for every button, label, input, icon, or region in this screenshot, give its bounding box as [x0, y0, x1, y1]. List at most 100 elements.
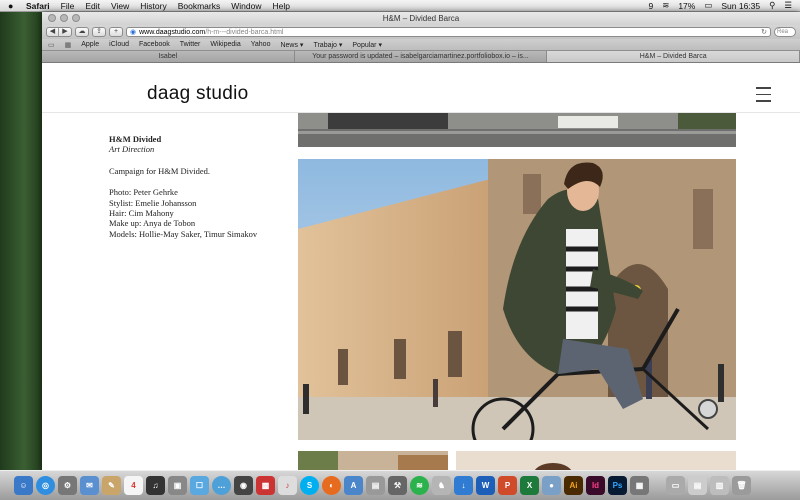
word-icon[interactable]: W [476, 476, 495, 495]
share-button[interactable]: ⇪ [92, 27, 106, 37]
project-image-bottom[interactable] [298, 451, 736, 470]
downloads-icon[interactable]: ↓ [454, 476, 473, 495]
bookmark-news[interactable]: News ▾ [280, 41, 303, 49]
mail-icon[interactable]: ✉ [80, 476, 99, 495]
list-icon[interactable]: ☰ [784, 0, 792, 11]
photo-booth-icon[interactable]: ▩ [256, 476, 275, 495]
clock[interactable]: Sun 16:35 [721, 1, 760, 11]
itunes-icon[interactable]: ♫ [146, 476, 165, 495]
back-forward-buttons: ◀ ▶ [46, 27, 72, 37]
wifi-icon[interactable]: ≋ [662, 0, 669, 11]
close-window-button[interactable] [48, 14, 56, 22]
notes-icon[interactable]: ✎ [102, 476, 121, 495]
bookmark-facebook[interactable]: Facebook [139, 41, 170, 48]
zoom-window-button[interactable] [72, 14, 80, 22]
credit-models: Models: Hollie-May Saker, Timur Simakov [109, 228, 258, 239]
notification-badge[interactable]: 9 [648, 1, 653, 11]
minimize-window-button[interactable] [60, 14, 68, 22]
calendar-icon[interactable]: 4 [124, 476, 143, 495]
search-field[interactable]: Rea [774, 27, 796, 37]
top-sites-icon[interactable]: ▦ [65, 41, 72, 49]
finder-icon[interactable]: ☺ [14, 476, 33, 495]
battery-level[interactable]: 17% [678, 1, 695, 11]
illustrator-icon[interactable]: Ai [564, 476, 583, 495]
bookmarks-bar: ▭ ▦ Apple iCloud Facebook Twitter Wikipe… [42, 39, 800, 51]
menu-bar: ● Safari File Edit View History Bookmark… [0, 0, 800, 12]
menu-history[interactable]: History [140, 1, 166, 11]
menu-file[interactable]: File [61, 1, 75, 11]
menu-help[interactable]: Help [272, 1, 289, 11]
apple-menu-icon[interactable]: ● [8, 1, 18, 11]
browser-toolbar: ◀ ▶ ☁ ⇪ + ◉ www.daagstudio.com/h-m---div… [42, 25, 800, 39]
search-icon[interactable]: ⚲ [769, 0, 775, 11]
status-area: 9 ≋ 17% ▭ Sun 16:35 ⚲ ☰ [648, 0, 800, 11]
project-image-top [298, 113, 736, 147]
trash-icon[interactable]: 🗑 [732, 476, 751, 495]
forward-icon[interactable]: ▶ [59, 28, 71, 36]
facetime-icon[interactable]: ◉ [234, 476, 253, 495]
folder-icon[interactable]: ▭ [666, 476, 685, 495]
bookmark-popular[interactable]: Popular ▾ [352, 41, 382, 49]
back-icon[interactable]: ◀ [47, 28, 59, 36]
dock: ☺ ◎ ⚙ ✉ ✎ 4 ♫ ▣ ☐ … ◉ ▩ ♪ S ◐ A ▤ ⚒ ≋ ♞ … [0, 470, 800, 500]
excel-icon[interactable]: X [520, 476, 539, 495]
browser-window: H&M – Divided Barca ◀ ▶ ☁ ⇪ + ◉ www.daag… [42, 12, 800, 470]
photoshop-icon[interactable]: Ps [608, 476, 627, 495]
site-logo[interactable]: daag studio [147, 83, 249, 105]
window-title: H&M – Divided Barca [382, 14, 460, 23]
reading-list-icon[interactable]: ▭ [48, 41, 55, 49]
menu-view[interactable]: View [111, 1, 129, 11]
campaign-photo-bottom [298, 451, 736, 470]
downloads-folder-icon[interactable]: ▦ [630, 476, 649, 495]
powerpoint-icon[interactable]: P [498, 476, 517, 495]
web-page: daag studio H&M Divided Art Direction Ca… [42, 77, 800, 470]
icloud-tabs-button[interactable]: ☁ [75, 27, 89, 37]
address-path: /h-m---divided-barca.html [205, 28, 284, 36]
safari-icon[interactable]: ◎ [36, 476, 55, 495]
street-photo-top [298, 113, 736, 147]
preview-icon[interactable]: ▤ [366, 476, 385, 495]
messages-icon[interactable]: … [212, 476, 231, 495]
project-subtitle: Art Direction [109, 144, 155, 155]
app-menu[interactable]: Safari [26, 1, 50, 11]
bookmark-yahoo[interactable]: Yahoo [251, 41, 271, 48]
game-icon[interactable]: ♞ [432, 476, 451, 495]
new-tab-button[interactable]: + [109, 27, 123, 37]
photos-icon[interactable]: ▣ [168, 476, 187, 495]
utility-icon[interactable]: ⚒ [388, 476, 407, 495]
downloads-stack-icon[interactable]: ▥ [710, 476, 729, 495]
indesign-icon[interactable]: Id [586, 476, 605, 495]
bookmark-icloud[interactable]: iCloud [109, 41, 129, 48]
chrome-icon[interactable]: ● [542, 476, 561, 495]
project-image-main[interactable] [298, 159, 736, 440]
preferences-icon[interactable]: ⚙ [58, 476, 77, 495]
address-bar[interactable]: ◉ www.daagstudio.com/h-m---divided-barca… [126, 27, 771, 37]
address-domain: www.daagstudio.com [139, 28, 206, 36]
tab-isabel[interactable]: Isabel [42, 51, 295, 62]
menu-bookmarks[interactable]: Bookmarks [178, 1, 221, 11]
bookmark-apple[interactable]: Apple [81, 41, 99, 48]
battery-icon[interactable]: ▭ [704, 0, 712, 11]
documents-icon[interactable]: ▤ [688, 476, 707, 495]
hamburger-menu-icon[interactable] [756, 87, 771, 107]
reload-icon[interactable]: ↻ [761, 28, 770, 37]
credit-stylist: Stylist: Emelie Johansson [109, 197, 197, 208]
window-controls [48, 14, 80, 22]
tab-portfoliobox[interactable]: Your password is updated – isabelgarciam… [294, 51, 548, 62]
campaign-photo-bicycle [298, 159, 736, 440]
skype-icon[interactable]: S [300, 476, 319, 495]
bookmark-twitter[interactable]: Twitter [180, 41, 201, 48]
bookmark-wikipedia[interactable]: Wikipedia [210, 41, 240, 48]
project-description: Campaign for H&M Divided. [109, 165, 211, 176]
bookmark-trabajo[interactable]: Trabajo ▾ [313, 41, 342, 49]
plus-icon: + [113, 28, 119, 35]
spotify-icon[interactable]: ≋ [410, 476, 429, 495]
window-titlebar: H&M – Divided Barca [42, 12, 800, 25]
menu-edit[interactable]: Edit [85, 1, 100, 11]
menu-window[interactable]: Window [231, 1, 261, 11]
finder-window-icon[interactable]: ☐ [190, 476, 209, 495]
tab-divided-barca[interactable]: H&M – Divided Barca [547, 51, 800, 62]
firefox-icon[interactable]: ◐ [322, 476, 341, 495]
music-icon[interactable]: ♪ [278, 476, 297, 495]
app-store-icon[interactable]: A [344, 476, 363, 495]
